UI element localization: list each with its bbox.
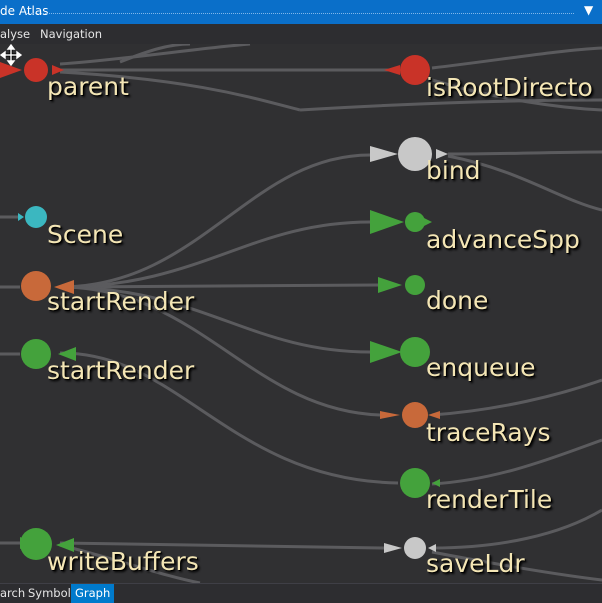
node-label-renderTile[interactable]: renderTile: [426, 486, 552, 514]
arrowhead: [370, 210, 404, 234]
node-label-enqueue[interactable]: enqueue: [426, 354, 536, 382]
move-cursor-icon: [0, 44, 22, 66]
application-window: de Atlas ▼ alyse Navigation parent isRoo…: [0, 0, 602, 603]
arrowhead: [378, 277, 402, 293]
edge: [447, 150, 602, 156]
menu-navigation[interactable]: Navigation: [40, 27, 102, 41]
node-label-writeBuffers[interactable]: writeBuffers: [47, 548, 199, 576]
title-bar[interactable]: de Atlas ▼: [0, 0, 602, 24]
arrowhead: [370, 146, 398, 162]
chevron-down-icon[interactable]: ▼: [584, 3, 593, 17]
arrowhead: [370, 341, 402, 363]
node-parent[interactable]: [24, 58, 48, 82]
arrowhead: [18, 213, 24, 221]
node-saveLdr[interactable]: [404, 537, 426, 559]
edge: [431, 46, 602, 70]
node-label-bind[interactable]: bind: [426, 157, 481, 185]
call-graph-canvas[interactable]: parent isRootDirecto bind Scene advanceS…: [0, 44, 602, 583]
node-label-advanceSpp[interactable]: advanceSpp: [426, 226, 580, 254]
node-done[interactable]: [405, 275, 425, 295]
node-advanceSpp[interactable]: [405, 212, 425, 232]
arrowhead: [384, 543, 402, 553]
bottom-tab-bar: arch Symbol Graph: [0, 583, 602, 603]
node-label-parent[interactable]: parent: [47, 73, 129, 101]
node-label-scene[interactable]: Scene: [47, 221, 123, 249]
edge: [59, 44, 251, 66]
arrowhead: [380, 411, 400, 419]
node-label-traceRays[interactable]: traceRays: [426, 419, 551, 447]
node-label-saveLdr[interactable]: saveLdr: [426, 550, 525, 578]
node-label-done[interactable]: done: [426, 287, 488, 315]
window-title: de Atlas: [0, 4, 49, 18]
node-scene[interactable]: [25, 206, 47, 228]
menu-analyse[interactable]: alyse: [0, 27, 30, 41]
tab-graph[interactable]: Graph: [71, 584, 115, 603]
title-bar-grip: [27, 13, 574, 14]
edge: [431, 378, 602, 417]
edge: [431, 508, 602, 550]
node-label-startRender-2[interactable]: startRender: [47, 357, 194, 385]
menu-bar: alyse Navigation: [0, 24, 602, 45]
arrowhead: [384, 65, 400, 75]
node-label-isRootDirectory[interactable]: isRootDirecto: [426, 74, 593, 102]
node-label-startRender-1[interactable]: startRender: [47, 288, 194, 316]
node-traceRays[interactable]: [402, 402, 428, 428]
tab-symbol[interactable]: Symbol: [24, 584, 75, 603]
